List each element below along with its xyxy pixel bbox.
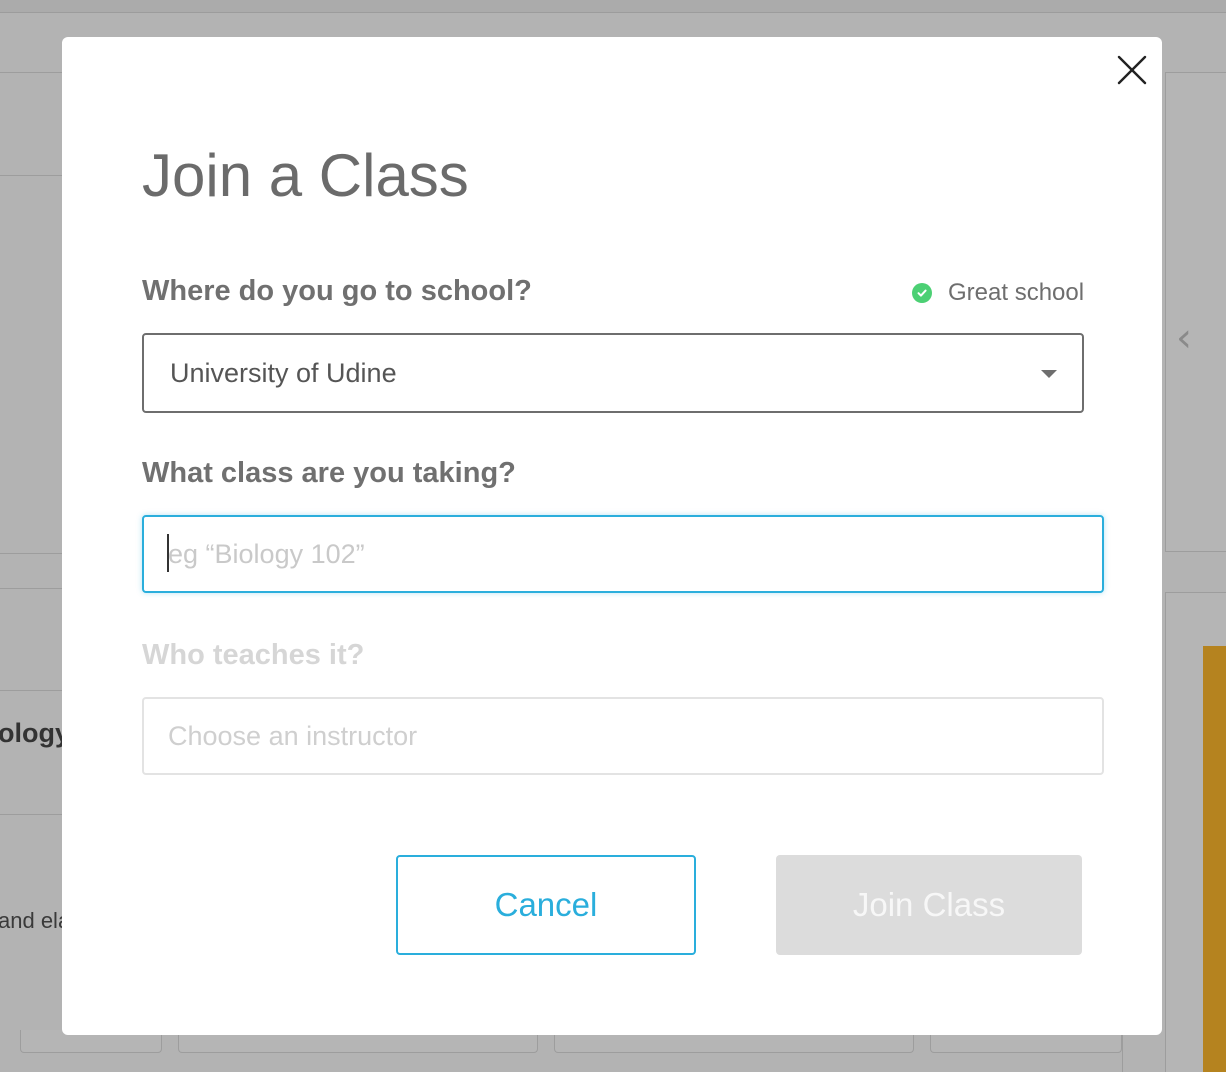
teacher-label: Who teaches it? [142,639,365,671]
cancel-button[interactable]: Cancel [396,855,696,955]
join-class-modal: Join a Class Where do you go to school? … [62,37,1162,1035]
background-divider [0,553,62,554]
text-cursor [167,534,169,572]
class-input[interactable] [142,515,1104,593]
background-side-panel [1165,72,1226,552]
background-divider [0,588,62,589]
chevron-left-icon: ‹ [1176,315,1192,361]
background-topbar [0,0,1226,13]
background-divider [0,175,62,176]
class-label: What class are you taking? [142,457,516,489]
background-text-fragment: and ela [0,908,62,933]
join-class-button[interactable]: Join Class [776,855,1082,955]
chevron-down-icon[interactable] [1041,370,1057,378]
background-divider [0,814,62,815]
background-divider [1122,1035,1123,1072]
close-icon[interactable] [1112,50,1152,90]
background-divider [0,72,62,73]
background-accent-bar [1203,646,1226,1072]
background-divider [0,690,62,691]
school-status: Great school [912,279,1084,307]
background-heading-fragment: ology [0,718,70,748]
close-button[interactable] [1112,50,1152,90]
instructor-input[interactable] [142,697,1104,775]
school-select-value: University of Udine [170,358,397,388]
school-label: Where do you go to school? [142,275,532,307]
school-status-text: Great school [948,279,1085,306]
modal-title: Join a Class [142,142,469,209]
check-circle-icon [912,283,932,303]
school-select[interactable]: University of Udine [142,333,1084,413]
